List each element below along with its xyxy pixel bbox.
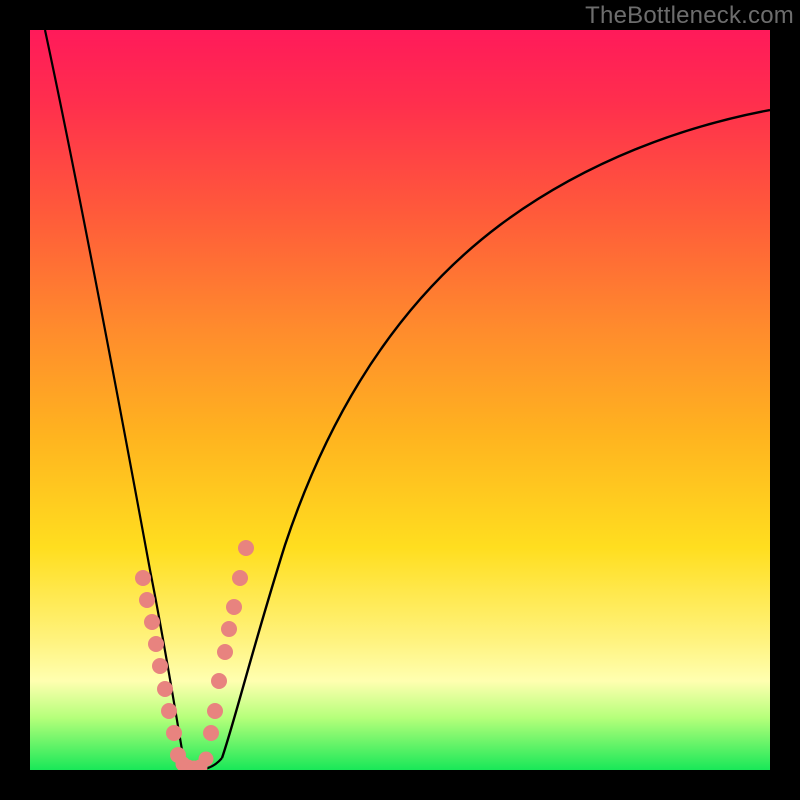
bottleneck-curve-right	[222, 110, 770, 758]
marker-dot	[238, 540, 254, 556]
marker-dot	[221, 621, 237, 637]
marker-dot	[161, 703, 177, 719]
marker-dot	[226, 599, 242, 615]
marker-dot	[148, 636, 164, 652]
marker-dot	[217, 644, 233, 660]
marker-dot	[152, 658, 168, 674]
curve-group	[45, 30, 770, 769]
marker-dot	[139, 592, 155, 608]
plot-area	[30, 30, 770, 770]
marker-dot	[232, 570, 248, 586]
marker-dot	[203, 725, 219, 741]
marker-dot	[157, 681, 173, 697]
bottleneck-curve-left	[45, 30, 188, 767]
marker-dot	[211, 673, 227, 689]
chart-frame: TheBottleneck.com	[0, 0, 800, 800]
marker-group	[135, 540, 254, 770]
watermark-text: TheBottleneck.com	[585, 2, 794, 30]
marker-dot	[135, 570, 151, 586]
marker-dot	[144, 614, 160, 630]
chart-svg	[30, 30, 770, 770]
marker-dot	[166, 725, 182, 741]
marker-dot	[207, 703, 223, 719]
marker-dot	[199, 752, 214, 767]
